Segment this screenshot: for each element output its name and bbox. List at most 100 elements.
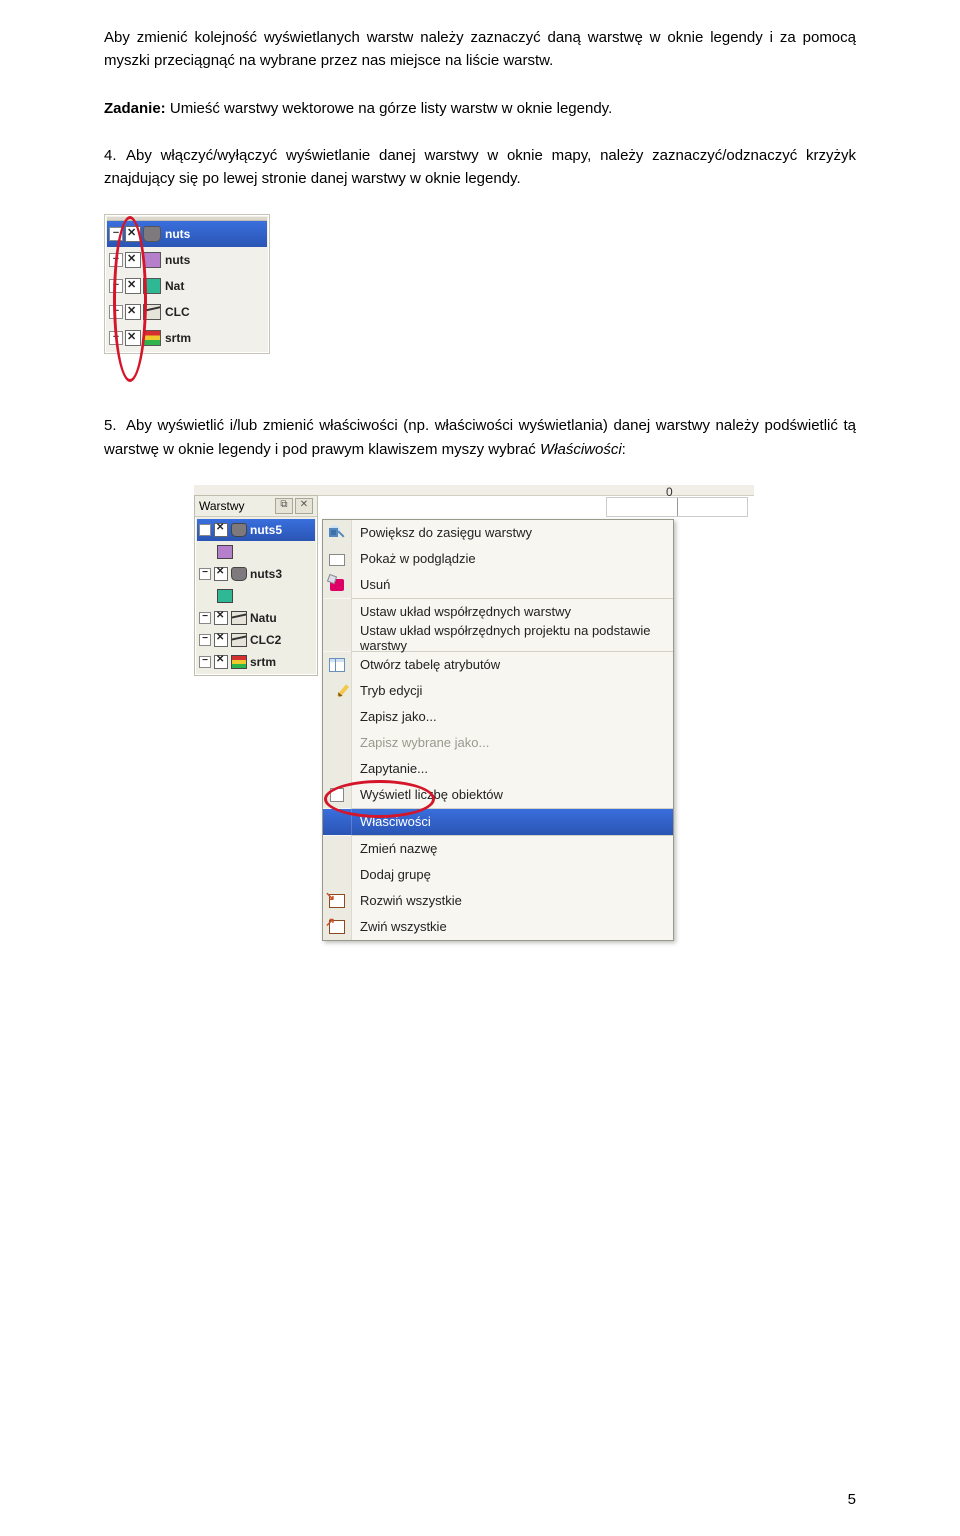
task-text: Umieść warstwy wektorowe na górze listy …: [166, 100, 613, 117]
expand-toggle[interactable]: −: [199, 612, 211, 624]
visibility-checkbox[interactable]: [125, 226, 141, 242]
layer-row[interactable]: [197, 585, 315, 607]
menu-item-label: Rozwiń wszystkie: [352, 893, 665, 908]
menu-item-label: Wyświetl liczbę obiektów: [352, 787, 665, 802]
menu-icon-gutter: [323, 678, 352, 704]
layer-row[interactable]: −✕nuts3: [197, 563, 315, 585]
expand-toggle[interactable]: −: [109, 331, 123, 345]
layer-label: Natu: [250, 611, 277, 625]
menu-icon-gutter: [323, 782, 352, 808]
panel-pin-button[interactable]: ⧉: [275, 498, 293, 514]
menu-icon-gutter: [323, 888, 352, 914]
menu-item[interactable]: Powiększ do zasięgu warstwy: [323, 520, 673, 546]
layer-row[interactable]: [197, 541, 315, 563]
visibility-checkbox[interactable]: [125, 330, 141, 346]
layer-label: srtm: [163, 331, 191, 345]
task-block: Zadanie: Umieść warstwy wektorowe na gór…: [104, 97, 856, 120]
screenshot-layer-panel: −nuts−nuts−Nat−CLC−srtm: [104, 214, 856, 354]
menu-item-label: Dodaj grupę: [352, 867, 665, 882]
menu-item[interactable]: Pokaż w podglądzie: [323, 546, 673, 572]
menu-item-label: Otwórz tabelę atrybutów: [352, 657, 665, 672]
expand-icon: [329, 894, 345, 908]
expand-toggle[interactable]: −: [109, 305, 123, 319]
item4-text: Aby włączyć/wyłączyć wyświetlanie danej …: [104, 147, 856, 187]
list-item-5: 5.Aby wyświetlić i/lub zmienić właściwoś…: [104, 414, 856, 461]
layer-label: nuts5: [250, 523, 282, 537]
zoom-icon: [329, 525, 345, 541]
expand-toggle[interactable]: −: [109, 227, 123, 241]
visibility-checkbox[interactable]: ✕: [214, 633, 228, 647]
menu-item[interactable]: Usuń: [323, 572, 673, 598]
visibility-checkbox[interactable]: [125, 304, 141, 320]
menu-item[interactable]: Wyświetl liczbę obiektów: [323, 782, 673, 808]
menu-item[interactable]: Rozwiń wszystkie: [323, 888, 673, 914]
layer-row[interactable]: − nuts: [107, 221, 267, 247]
visibility-checkbox[interactable]: ✕: [214, 567, 228, 581]
map-ruler: [606, 497, 748, 517]
item5-text: Aby wyświetlić i/lub zmienić właściwości…: [104, 417, 856, 457]
pencil-icon: [337, 684, 349, 697]
menu-item[interactable]: Zapisz jako...: [323, 704, 673, 730]
layer-symbol-icon: [231, 567, 247, 581]
layer-label: nuts: [163, 227, 190, 241]
menu-item[interactable]: Otwórz tabelę atrybutów: [323, 652, 673, 678]
layer-symbol-icon: [143, 304, 161, 320]
menu-item[interactable]: Zapytanie...: [323, 756, 673, 782]
menu-icon-gutter: [323, 862, 352, 888]
menu-item[interactable]: Ustaw układ współrzędnych warstwy: [323, 599, 673, 625]
layer-panel: −nuts−nuts−Nat−CLC−srtm: [104, 214, 270, 354]
layer-row[interactable]: −✕srtm: [197, 651, 315, 673]
layer-row[interactable]: −✕ CLC2: [197, 629, 315, 651]
cb-icon: [330, 788, 344, 802]
menu-item-label: Usuń: [352, 577, 665, 592]
menu-icon-gutter: [323, 836, 352, 862]
table-icon: [329, 658, 345, 672]
visibility-checkbox[interactable]: ✕: [214, 523, 228, 537]
layer-row[interactable]: − Nat: [107, 273, 267, 299]
menu-item[interactable]: Dodaj grupę: [323, 862, 673, 888]
layer-row[interactable]: −nuts: [107, 247, 267, 273]
expand-toggle[interactable]: −: [199, 656, 211, 668]
item5-suffix: :: [622, 441, 626, 458]
rect-icon: [329, 554, 345, 566]
menu-icon-gutter: [323, 914, 352, 940]
screenshot-context-menu: 0 Warstwy ⧉ ✕ −✕nuts5−✕nuts3−✕Natu−✕CLC2…: [194, 485, 754, 965]
menu-item: Zapisz wybrane jako...: [323, 730, 673, 756]
visibility-checkbox[interactable]: ✕: [214, 655, 228, 669]
layer-row[interactable]: −CLC: [107, 299, 267, 325]
expand-toggle[interactable]: −: [199, 568, 211, 580]
visibility-checkbox[interactable]: [125, 278, 141, 294]
item4-number: 4.: [104, 144, 126, 167]
menu-item[interactable]: Tryb edycji: [323, 678, 673, 704]
menu-icon-gutter: [323, 546, 352, 572]
layer-symbol-icon: [231, 655, 247, 669]
layer-row[interactable]: −✕ Natu: [197, 607, 315, 629]
expand-toggle[interactable]: −: [109, 253, 123, 267]
menu-icon-gutter: [323, 730, 352, 756]
visibility-checkbox[interactable]: ✕: [214, 611, 228, 625]
menu-item[interactable]: Właściwości: [323, 809, 673, 835]
layer-symbol-icon: [143, 278, 161, 294]
menu-icon-gutter: [323, 756, 352, 782]
layer-symbol-icon: [217, 589, 233, 603]
menu-item-label: Właściwości: [352, 814, 665, 829]
menu-item[interactable]: Zmień nazwę: [323, 836, 673, 862]
menu-item-label: Ustaw układ współrzędnych warstwy: [352, 604, 665, 619]
layer-row[interactable]: − srtm: [107, 325, 267, 351]
del2-icon: [330, 579, 344, 591]
menu-item-label: Tryb edycji: [352, 683, 665, 698]
expand-toggle[interactable]: −: [199, 634, 211, 646]
expand-toggle[interactable]: −: [199, 524, 211, 536]
menu-item[interactable]: Ustaw układ współrzędnych projektu na po…: [323, 625, 673, 651]
menu-item[interactable]: Zwiń wszystkie: [323, 914, 673, 940]
layers-panel-header: Warstwy ⧉ ✕: [195, 496, 317, 517]
menu-item-label: Zapytanie...: [352, 761, 665, 776]
layer-row[interactable]: −✕ nuts5: [197, 519, 315, 541]
layer-label: Nat: [163, 279, 184, 293]
layer-label: CLC2: [250, 633, 281, 647]
visibility-checkbox[interactable]: [125, 252, 141, 268]
menu-icon-gutter: [323, 809, 352, 835]
expand-toggle[interactable]: −: [109, 279, 123, 293]
panel-close-button[interactable]: ✕: [295, 498, 313, 514]
menu-item-label: Zmień nazwę: [352, 841, 665, 856]
